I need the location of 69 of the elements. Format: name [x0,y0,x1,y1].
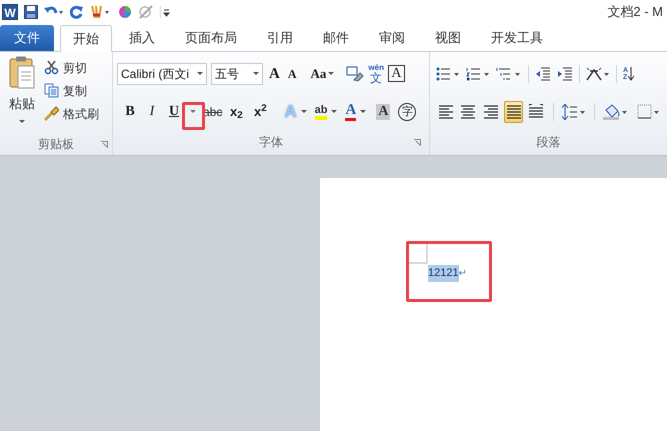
highlight-frame [182,102,205,130]
caret-icon [300,110,307,114]
italic-button[interactable]: I [143,101,161,122]
ribbon-tab[interactable]: 开发工具 [478,25,556,51]
clipboard-button[interactable]: 格式刷 [44,104,99,123]
caret-icon [190,110,196,114]
script-button[interactable]: x$^{2}$ [250,102,270,122]
brushes-icon[interactable] [90,5,112,19]
arrow-down-icon [628,66,634,81]
script-button[interactable]: x$_{2}$ [226,102,246,122]
ribbon-tab[interactable]: 视图 [422,25,474,51]
customize-icon[interactable] [160,5,170,19]
app-logo[interactable]: W [2,4,18,20]
group-label: 剪贴板 [38,136,74,153]
character-shading-button[interactable]: A [376,104,390,120]
ribbon-tab[interactable]: 文件 [0,25,54,51]
caret-icon [253,72,259,76]
caret-icon [19,120,25,124]
highlight-button[interactable]: ab [314,104,328,120]
clipboard-button[interactable]: 剪切 [44,58,99,77]
clipboard-icon [8,56,36,90]
ribbon-tab[interactable]: 邮件 [310,25,362,51]
group-label: 段落 [536,134,560,152]
window-title: 文档2 - M [607,3,663,22]
paragraph-mark: ↵ [458,266,467,281]
caret-icon [328,72,334,76]
justify-button[interactable] [504,100,524,122]
clipboard-button[interactable]: 复制 [44,81,99,100]
caret-icon [197,72,203,76]
numbered-list-icon[interactable] [466,66,490,81]
paste-label: 粘贴 [9,95,35,113]
scissors-icon [44,60,59,75]
font-color-button[interactable]: A [345,102,356,120]
bullet-list-icon[interactable] [436,66,460,81]
increase-indent-icon[interactable] [557,66,573,81]
caret-icon [331,110,338,114]
character-border-button[interactable]: A [388,65,405,82]
phonetic-guide-button[interactable]: wén 文 [368,63,384,84]
caret-icon [360,110,366,114]
decrease-indent-icon[interactable] [535,66,551,81]
dialog-launcher-icon[interactable] [101,140,108,148]
paintbrush-icon [44,106,59,121]
ribbon-tab[interactable]: 页面布局 [172,25,250,51]
shrink-font-button[interactable]: A [286,64,299,83]
paint-bucket-icon[interactable] [603,104,630,120]
borders-icon[interactable] [637,104,662,120]
bold-button[interactable]: B [121,101,139,122]
redo-icon[interactable] [70,5,84,19]
copy-icon [44,83,59,98]
line-spacing-icon[interactable] [562,104,586,120]
save-icon[interactable] [24,5,38,19]
enclose-character-button[interactable]: 字 [398,102,416,120]
eraser-icon[interactable] [346,66,364,82]
font-size-field[interactable]: 五号 [211,62,263,85]
change-case-button[interactable]: Aa [310,64,326,84]
ribbon-tab[interactable]: 审阅 [366,25,418,51]
underline-button[interactable]: U [165,101,183,122]
dialog-launcher-icon[interactable] [414,138,421,146]
document-text: 12121 [428,265,459,282]
multilevel-list-icon[interactable] [496,66,522,81]
ribbon-tab[interactable]: 插入 [116,25,168,51]
grow-font-button[interactable]: A [267,62,282,86]
text-boundary-mark [406,242,428,264]
ribbon-tab[interactable]: 开始 [60,25,112,52]
group-label: 字体 [259,134,283,152]
font-name-field[interactable]: Calibri (西文i [117,62,207,85]
paste-button[interactable]: 粘贴 [0,56,44,133]
ribbon-tab[interactable]: 引用 [254,25,306,51]
color-wheel-icon[interactable] [118,5,132,19]
